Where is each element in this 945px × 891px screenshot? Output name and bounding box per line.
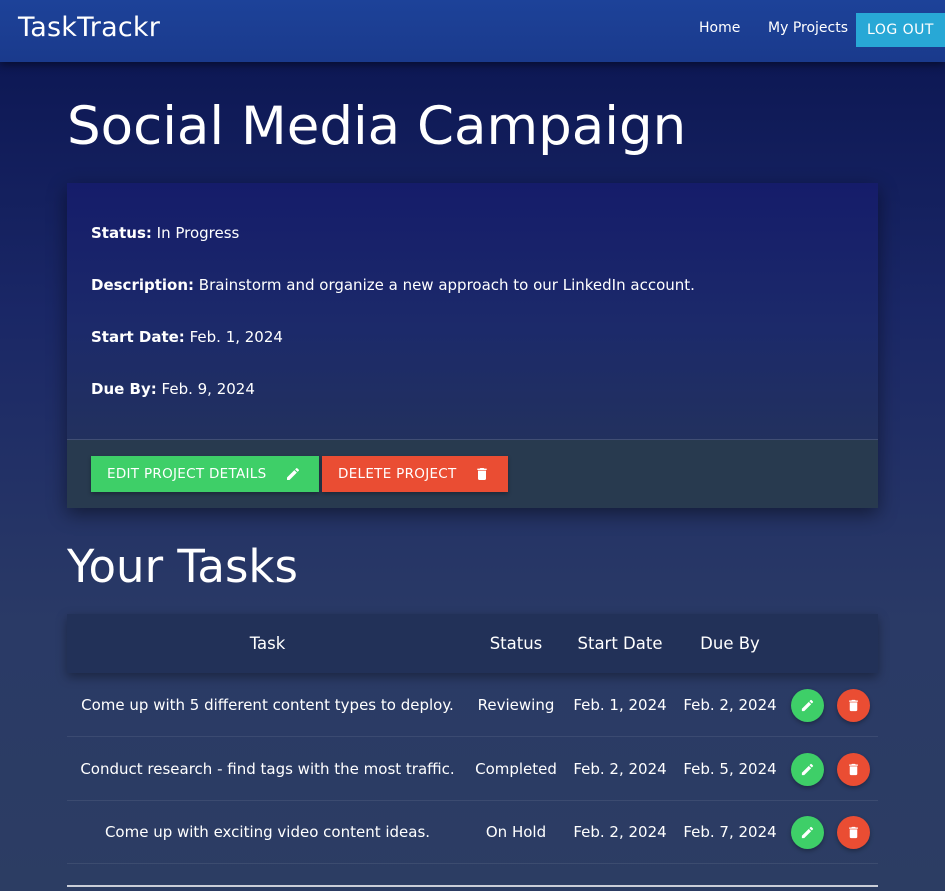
task-status: Completed [475,760,557,778]
pencil-icon [801,826,814,839]
bottom-divider [67,885,878,887]
header-status: Status [489,634,543,653]
trash-icon [849,826,858,839]
task-name: Come up with 5 different content types t… [81,696,454,714]
pencil-icon [801,763,814,776]
task-due-date: Feb. 5, 2024 [683,760,777,778]
task-status: On Hold [485,823,547,841]
nav-my-projects-link[interactable]: My Projects [768,20,848,36]
brand-logo[interactable]: TaskTrackr [18,12,160,43]
header-start-date: Start Date [577,634,663,653]
delete-task-button[interactable] [837,753,870,786]
description-detail: Description: Brainstorm and organize a n… [91,275,695,295]
start-date-detail: Start Date: Feb. 1, 2024 [91,327,283,347]
task-start-date: Feb. 2, 2024 [573,760,667,778]
description-label: Description: [91,276,195,294]
description-value: Brainstorm and organize a new approach t… [198,276,695,294]
trash-icon [849,699,858,712]
edit-project-button[interactable]: EDIT PROJECT DETAILS [91,456,319,492]
task-due-date: Feb. 7, 2024 [683,823,777,841]
logout-button[interactable]: LOG OUT [856,13,945,47]
delete-project-label: DELETE PROJECT [338,466,457,482]
tasks-table-header: Task Status Start Date Due By [67,614,878,673]
page-title: Social Media Campaign [67,96,687,157]
status-value: In Progress [156,224,240,242]
pencil-icon [801,699,814,712]
edit-task-button[interactable] [791,816,824,849]
project-details-card: Status: In Progress Description: Brainst… [67,183,878,508]
delete-task-button[interactable] [837,689,870,722]
task-start-date: Feb. 2, 2024 [573,823,667,841]
edit-project-label: EDIT PROJECT DETAILS [107,466,267,482]
task-status: Reviewing [477,696,555,714]
start-date-label: Start Date: [91,328,185,346]
task-name: Come up with exciting video content idea… [104,823,431,841]
table-row: Come up with exciting video content idea… [67,801,878,864]
task-due-date: Feb. 2, 2024 [683,696,777,714]
status-detail: Status: In Progress [91,223,239,243]
task-start-date: Feb. 1, 2024 [573,696,667,714]
status-label: Status: [91,224,152,242]
edit-task-button[interactable] [791,753,824,786]
due-date-label: Due By: [91,380,157,398]
start-date-value: Feb. 1, 2024 [189,328,283,346]
table-row: Come up with 5 different content types t… [67,674,878,737]
navbar: TaskTrackr Home My Projects LOG OUT [0,0,945,62]
tasks-title: Your Tasks [67,540,298,593]
trash-icon [849,763,858,776]
delete-project-button[interactable]: DELETE PROJECT [322,456,508,492]
delete-task-button[interactable] [837,816,870,849]
header-due-by: Due By [700,634,760,653]
header-task: Task [249,634,286,653]
due-date-value: Feb. 9, 2024 [161,380,255,398]
pencil-icon [287,467,300,480]
card-footer: EDIT PROJECT DETAILS DELETE PROJECT [67,440,878,508]
nav-home-link[interactable]: Home [699,20,740,36]
table-row: Conduct research - find tags with the mo… [67,738,878,801]
task-name: Conduct research - find tags with the mo… [80,760,455,778]
due-date-detail: Due By: Feb. 9, 2024 [91,379,255,399]
edit-task-button[interactable] [791,689,824,722]
trash-icon [477,468,487,480]
